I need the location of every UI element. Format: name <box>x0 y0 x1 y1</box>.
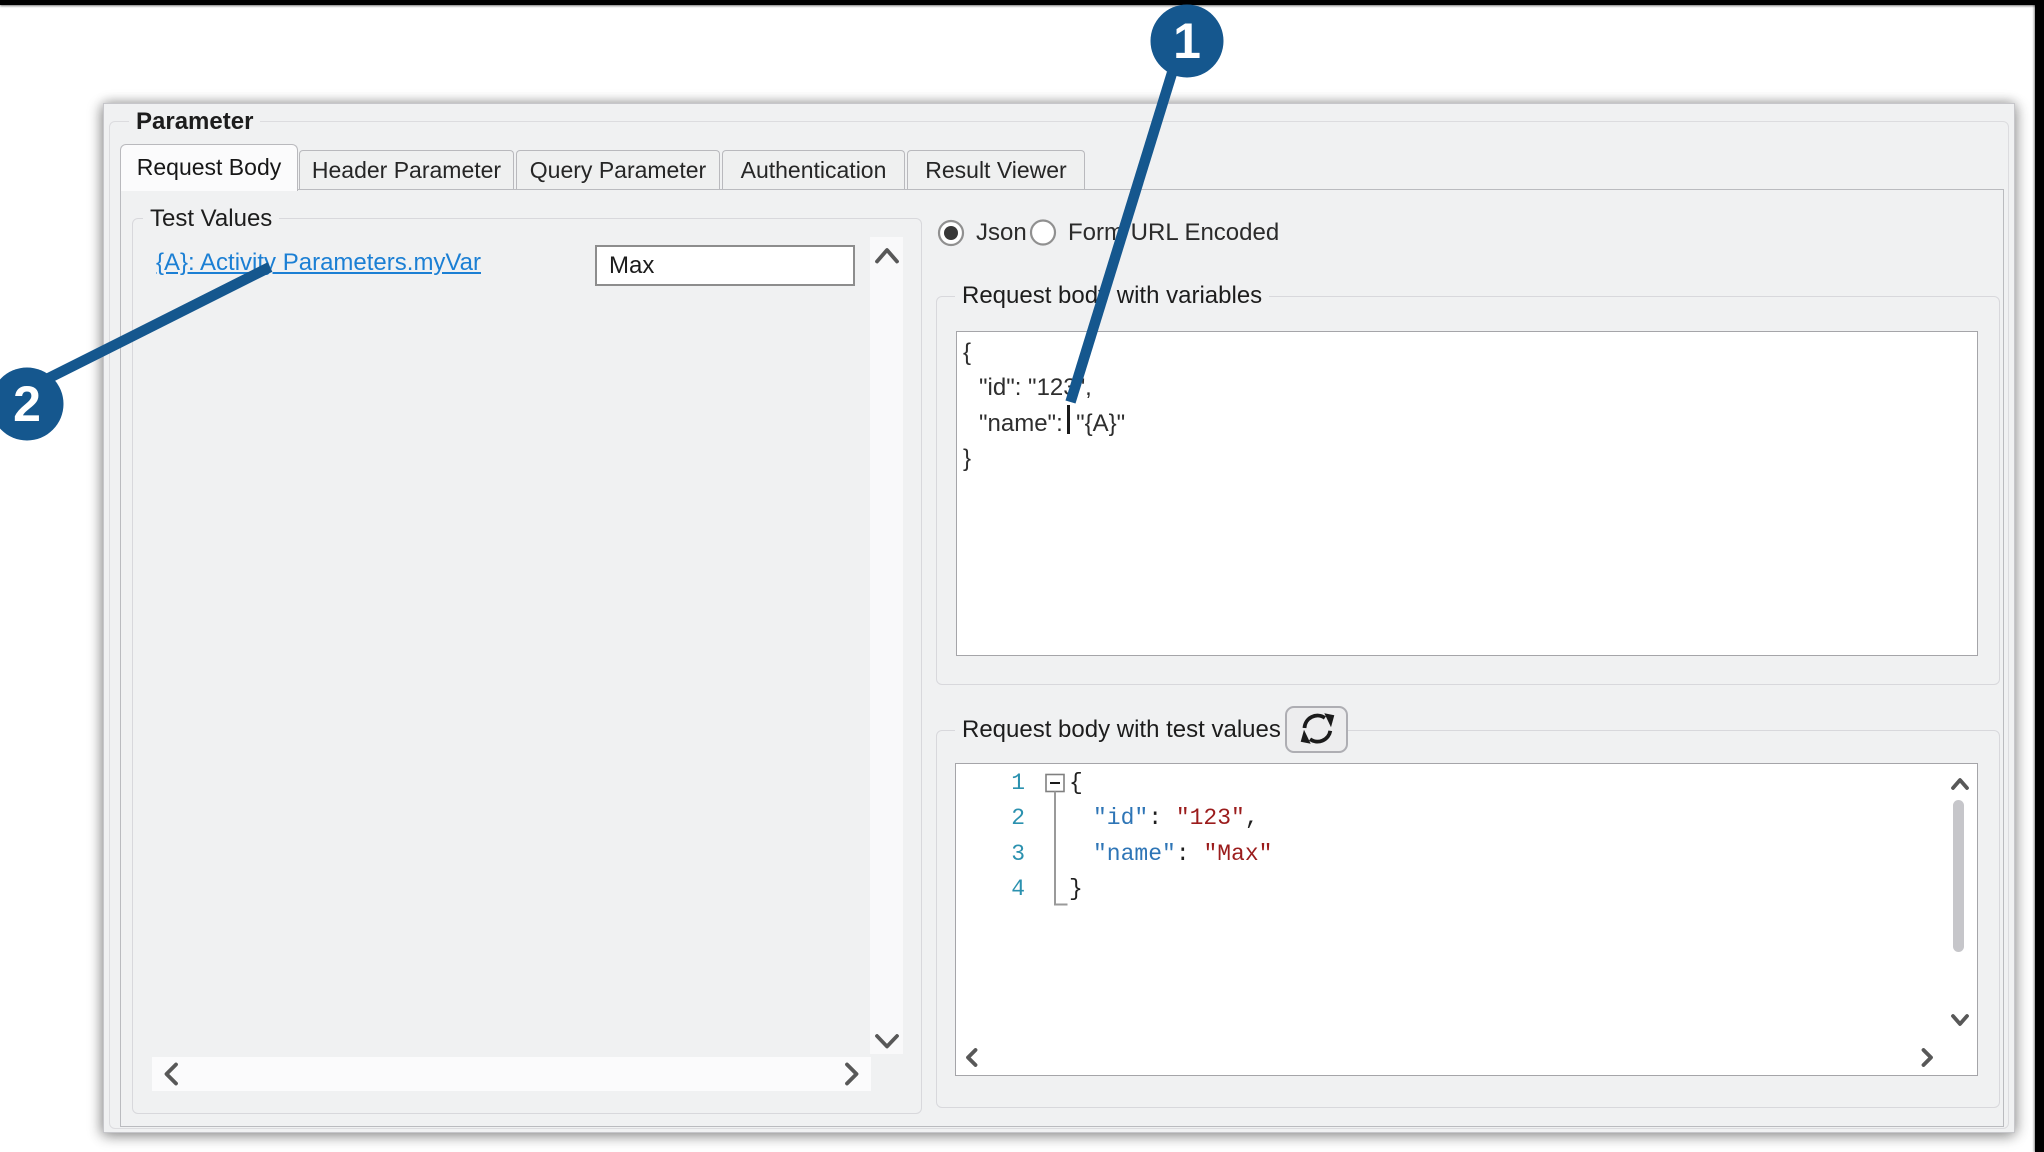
svg-text:2: 2 <box>13 376 41 432</box>
svg-text:1: 1 <box>1173 13 1201 69</box>
